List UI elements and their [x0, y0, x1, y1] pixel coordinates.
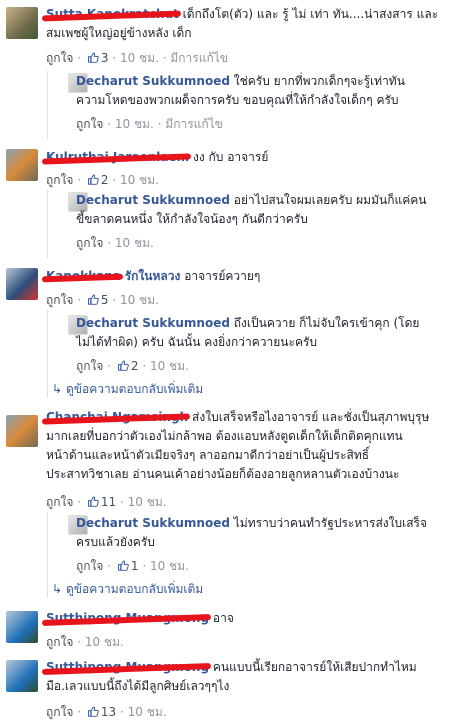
like-count[interactable]: 3: [101, 51, 109, 65]
comment-text: คนแบบนี้เรียกอาจารย์ให้เสียปากทำไหม: [212, 660, 417, 674]
like-link[interactable]: ถูกใจ: [76, 559, 103, 573]
view-more-replies-link[interactable]: ↳ ดูข้อความตอบกลับเพิ่มเติม: [52, 580, 203, 599]
like-link[interactable]: ถูกใจ: [46, 173, 73, 187]
edited-label[interactable]: มีการแก้ไข: [165, 117, 223, 131]
reply-thread: Decharut Sukkumnoed ใช่ครับ ยากที่พวกเด็…: [47, 71, 469, 139]
timestamp[interactable]: 10 ชม.: [115, 236, 154, 250]
like-count[interactable]: 13: [101, 705, 116, 719]
like-count[interactable]: 5: [101, 293, 109, 307]
comment-text: หน้าด้านและหน้าตัวเมียจริงๆ ลาออกมาดีกว่…: [46, 448, 370, 462]
comment-text: มือ.เลวแบบนี้ถึงได้มีลูกศิษย์เลวๆๆไง: [46, 679, 230, 693]
commenter-name[interactable]: Sutta Kanokratchut: [46, 7, 179, 21]
timestamp[interactable]: 10 ชม.: [85, 635, 124, 649]
thumbs-up-icon: [118, 560, 129, 571]
timestamp[interactable]: 10 ชม.: [128, 705, 167, 719]
view-more-replies-label[interactable]: ดูข้อความตอบกลับเพิ่มเติม: [66, 382, 203, 396]
reply-text: ถึงเป็นควาย ก็ไม่จับใครเข้าคุก (โดย: [233, 316, 420, 330]
thumbs-up-icon: [88, 294, 99, 305]
avatar[interactable]: [6, 149, 38, 181]
timestamp[interactable]: 10 ชม.: [120, 51, 159, 65]
timestamp[interactable]: 10 ชม.: [115, 117, 154, 131]
view-more-replies-link[interactable]: ↳ ดูข้อความตอบกลับเพิ่มเติม: [52, 380, 203, 399]
replier-name[interactable]: Decharut Sukkumnoed: [76, 193, 230, 207]
comment-text: ประสาทวิชาเลย อ่านคนเค้าอย่างน้อยก็ต้องอ…: [46, 467, 400, 481]
commenter-name[interactable]: Kanokkana: [46, 269, 121, 283]
edited-label[interactable]: มีการแก้ไข: [170, 51, 228, 65]
commenter-name-suffix[interactable]: รักในหลวง: [125, 269, 181, 283]
comment-text: อาจ: [212, 611, 234, 625]
like-link[interactable]: ถูกใจ: [76, 236, 103, 250]
like-count[interactable]: 11: [101, 495, 116, 509]
like-link[interactable]: ถูกใจ: [76, 117, 103, 131]
view-more-replies-label[interactable]: ดูข้อความตอบกลับเพิ่มเติม: [66, 582, 203, 596]
reply-text: ขี้ขลาดคนหนึ่ง ให้กำลังใจน้องๆ กันดีกว่า…: [76, 212, 308, 226]
comment-text: สมเพชผู้ใหญ่อยู่ข้างหลัง เด็ก: [46, 26, 192, 40]
like-count[interactable]: 1: [131, 559, 139, 573]
comment-text: ส่งใบเสร็จหรือไงอาจารย์ และชั่งเป็นสุภาพ…: [192, 410, 430, 424]
avatar[interactable]: [6, 7, 38, 39]
like-link[interactable]: ถูกใจ: [46, 293, 73, 307]
replier-name[interactable]: Decharut Sukkumnoed: [76, 516, 230, 530]
thumbs-up-icon: [88, 174, 99, 185]
like-count[interactable]: 2: [131, 359, 139, 373]
like-link[interactable]: ถูกใจ: [46, 705, 73, 719]
comment-text: งง กับ อาจารย์: [192, 150, 269, 164]
commenter-name[interactable]: Sutthipong Muangmong: [46, 660, 209, 674]
reply-thread: Decharut Sukkumnoed อย่าไปสนใจผมเลยครับ …: [47, 190, 469, 258]
reply-text: ใช่ครับ ยากที่พวกเด็กๆจะรู้เท่าทัน: [233, 74, 405, 88]
reply-arrow-icon: ↳: [52, 582, 63, 596]
avatar[interactable]: [6, 415, 38, 447]
comment-text: เด็กถึงโต(ตัว) และ รู้ ไม่ เท่า ทัน....น…: [182, 7, 439, 21]
like-count[interactable]: 2: [101, 173, 109, 187]
timestamp[interactable]: 10 ชม.: [120, 293, 159, 307]
reply-text: อย่าไปสนใจผมเลยครับ ผมมันก็แค่คน: [233, 193, 427, 207]
timestamp[interactable]: 10 ชม.: [150, 559, 189, 573]
timestamp[interactable]: 10 ชม.: [150, 359, 189, 373]
like-link[interactable]: ถูกใจ: [76, 359, 103, 373]
commenter-name[interactable]: Sutthipong Muangmong: [46, 611, 209, 625]
like-link[interactable]: ถูกใจ: [46, 51, 73, 65]
thumbs-up-icon: [88, 496, 99, 507]
reply-thread: Decharut Sukkumnoed ถึงเป็นควาย ก็ไม่จับ…: [47, 310, 469, 398]
commenter-name[interactable]: Kulruthai Jaroenlaem: [46, 150, 189, 164]
avatar[interactable]: [6, 268, 38, 300]
like-link[interactable]: ถูกใจ: [46, 495, 73, 509]
comment-text: อาจารย์ควายๆ: [184, 269, 261, 283]
reply-text: ไม่ทราบว่าคนทำรัฐประหารส่งใบเสร็จ: [233, 516, 428, 530]
reply-thread: Decharut Sukkumnoed ไม่ทราบว่าคนทำรัฐประ…: [47, 512, 469, 598]
reply-text: ความโหดของพวกเผด็จการครับ ขอบคุณที่ให้กำ…: [76, 93, 399, 107]
commenter-name[interactable]: Chanchai Ngamsingh: [46, 410, 188, 424]
timestamp[interactable]: 10 ชม.: [120, 173, 159, 187]
like-link[interactable]: ถูกใจ: [46, 635, 73, 649]
replier-name[interactable]: Decharut Sukkumnoed: [76, 316, 230, 330]
comment-text: มากเลยที่บอกว่าตัวเองไม่กล้าพอ ต้องแอบหล…: [46, 429, 403, 443]
thumbs-up-icon: [88, 52, 99, 63]
timestamp[interactable]: 10 ชม.: [128, 495, 167, 509]
thumbs-up-icon: [118, 360, 129, 371]
thumbs-up-icon: [88, 706, 99, 717]
avatar[interactable]: [6, 611, 38, 643]
reply-arrow-icon: ↳: [52, 382, 63, 396]
replier-name[interactable]: Decharut Sukkumnoed: [76, 74, 230, 88]
reply-text: ครบแล้วยังครับ: [76, 535, 155, 549]
reply-text: ไม่ได้ทำผิด) ครับ ฉันนั้น คงยิ่งกว่าควาย…: [76, 335, 318, 349]
avatar[interactable]: [6, 660, 38, 692]
